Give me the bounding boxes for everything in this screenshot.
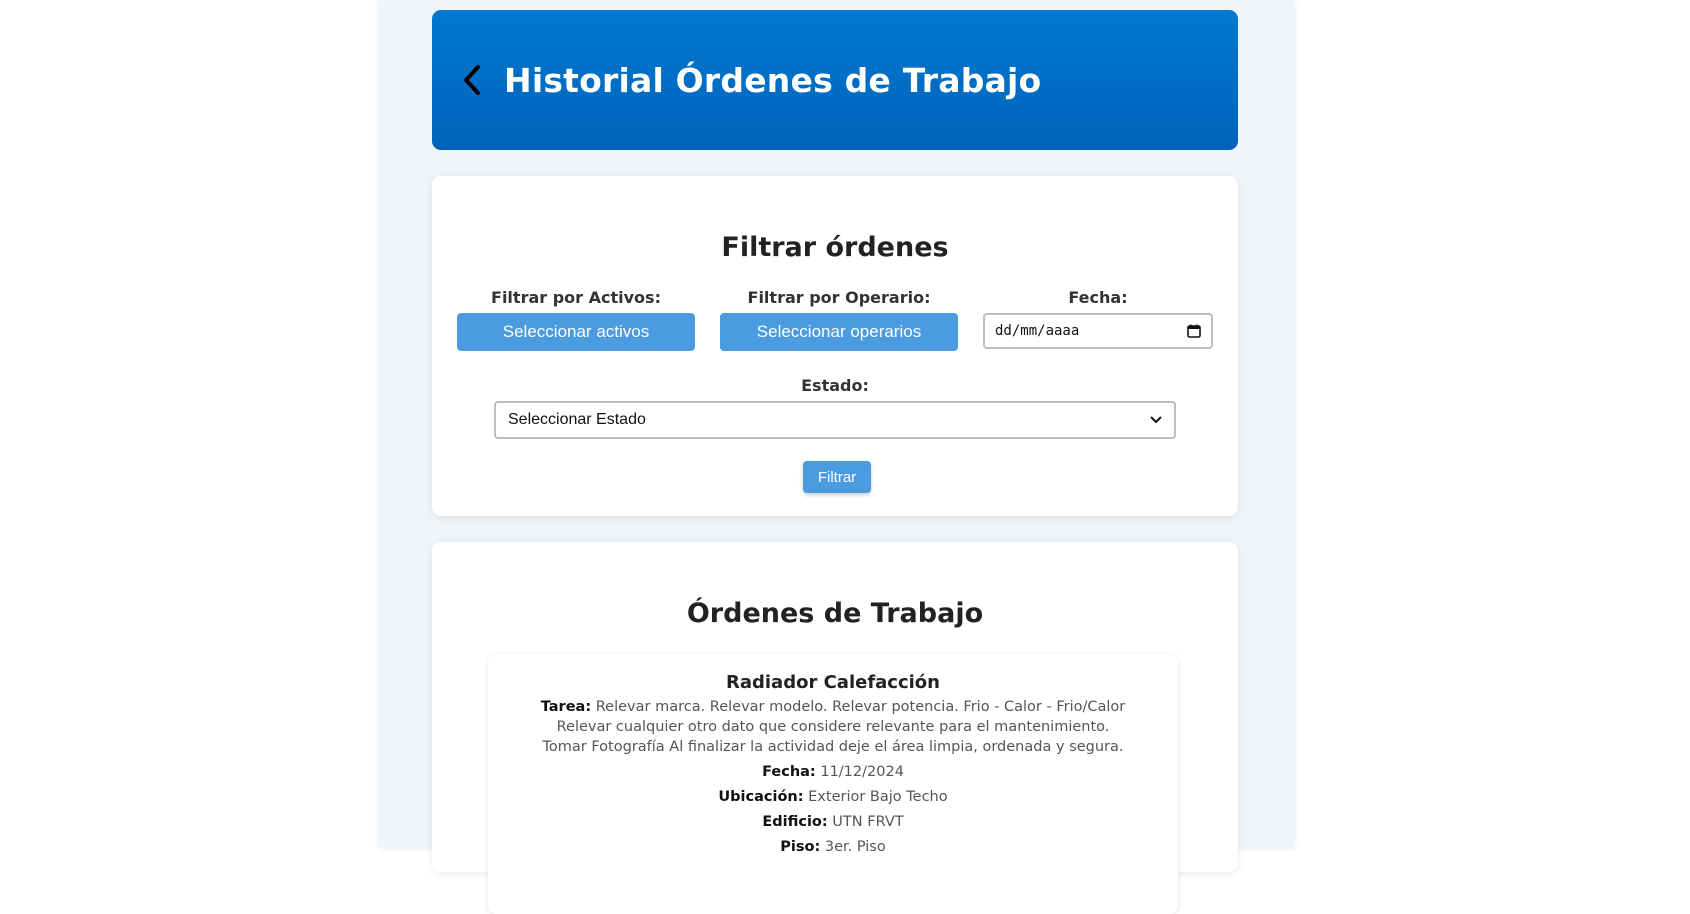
operario-filter: Filtrar por Operario: Seleccionar operar… (720, 288, 958, 351)
chevron-left-icon (464, 65, 480, 95)
page-title: Historial Órdenes de Trabajo (504, 60, 1042, 100)
fecha-filter: Fecha: dd/mm/aaaa (983, 288, 1213, 351)
chevron-down-icon (1150, 416, 1162, 423)
orders-card: Órdenes de Trabajo Radiador Calefacción … (432, 542, 1238, 914)
tarea-label: Tarea: (540, 699, 592, 715)
order-fecha-label: Fecha: (762, 764, 816, 780)
order-piso: Piso: 3er. Piso (538, 837, 1128, 857)
activos-filter: Filtrar por Activos: Seleccionar activos (457, 288, 695, 351)
calendar-icon[interactable] (1187, 324, 1201, 338)
edificio-label: Edificio: (762, 814, 828, 830)
ubicacion-label: Ubicación: (718, 789, 804, 805)
order-edificio: Edificio: UTN FRVT (538, 812, 1128, 832)
date-input[interactable]: dd/mm/aaaa (983, 313, 1213, 349)
activos-label: Filtrar por Activos: (491, 288, 661, 307)
estado-selected-value: Seleccionar Estado (508, 411, 646, 428)
order-card[interactable]: Radiador Calefacción Tarea: Relevar marc… (488, 654, 1178, 914)
date-placeholder: dd/mm/aaaa (995, 323, 1080, 339)
orders-title: Órdenes de Trabajo (686, 598, 984, 629)
filter-button[interactable]: Filtrar (803, 461, 871, 493)
back-button[interactable] (448, 56, 496, 104)
estado-select[interactable]: Seleccionar Estado (494, 401, 1176, 439)
piso-value: 3er. Piso (824, 839, 886, 855)
edificio-value: UTN FRVT (832, 814, 904, 830)
filters-row: Filtrar por Activos: Seleccionar activos… (457, 288, 1213, 351)
page-header: Historial Órdenes de Trabajo (432, 10, 1238, 150)
order-ubicacion: Ubicación: Exterior Bajo Techo (538, 787, 1128, 807)
order-name: Radiador Calefacción (725, 672, 940, 693)
order-fecha: Fecha: 11/12/2024 (538, 762, 1128, 782)
fecha-label: Fecha: (1068, 288, 1128, 307)
order-tarea: Tarea: Relevar marca. Relevar modelo. Re… (538, 697, 1128, 757)
operario-label: Filtrar por Operario: (747, 288, 931, 307)
estado-filter: Estado: Seleccionar Estado (494, 376, 1176, 439)
select-operarios-button[interactable]: Seleccionar operarios (720, 313, 958, 351)
estado-label: Estado: (801, 376, 869, 395)
tarea-value: Relevar marca. Relevar modelo. Relevar p… (542, 699, 1126, 755)
filter-title: Filtrar órdenes (721, 232, 949, 263)
order-fecha-value: 11/12/2024 (820, 764, 904, 780)
select-activos-button[interactable]: Seleccionar activos (457, 313, 695, 351)
filter-card: Filtrar órdenes Filtrar por Activos: Sel… (432, 176, 1238, 516)
ubicacion-value: Exterior Bajo Techo (808, 789, 948, 805)
piso-label: Piso: (780, 839, 821, 855)
